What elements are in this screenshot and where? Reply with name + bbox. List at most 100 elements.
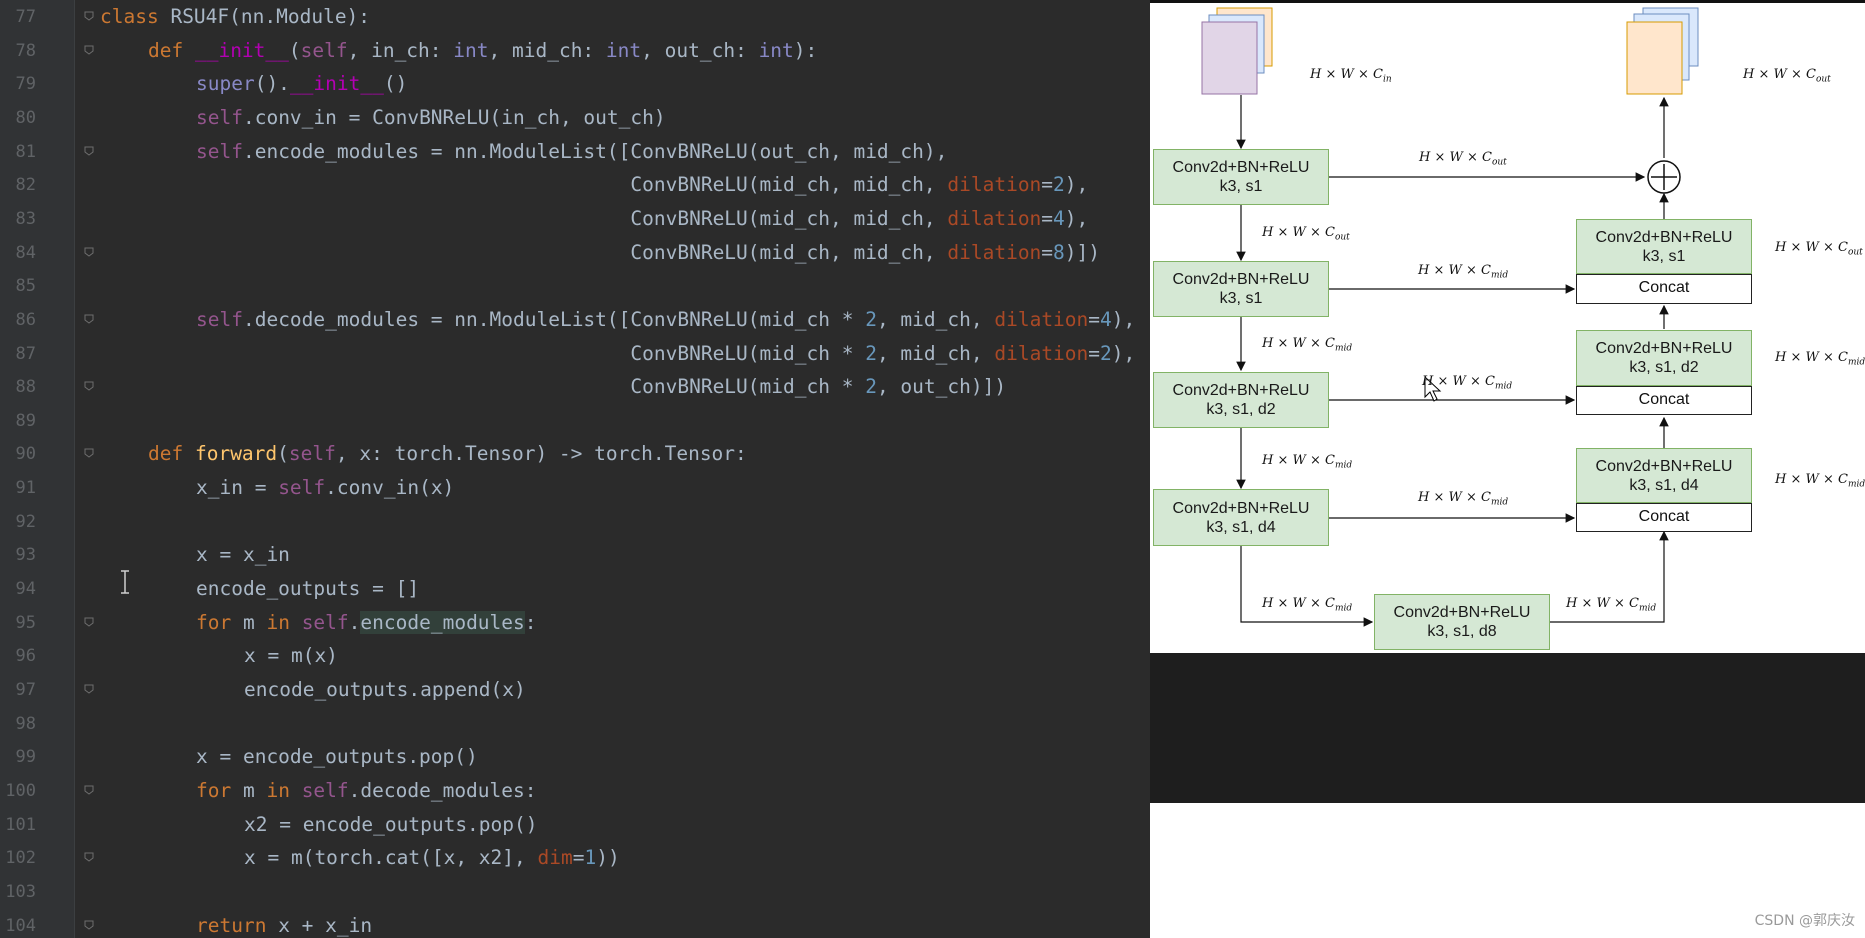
line-number: 89 — [15, 410, 36, 431]
code-line[interactable]: 80 self.conv_in = ConvBNReLU(in_ch, out_c… — [0, 101, 1150, 135]
code-line[interactable]: 92 — [0, 505, 1150, 539]
block-label: Conv2d+BN+ReLU — [1393, 604, 1531, 621]
code-line[interactable]: 83 ConvBNReLU(mid_ch, mid_ch, dilation=4… — [0, 202, 1150, 236]
line-number: 86 — [15, 309, 36, 330]
code-line[interactable]: 94 encode_outputs = [] — [0, 572, 1150, 606]
code-line[interactable]: 90 def forward(self, x: torch.Tensor) -> … — [0, 437, 1150, 471]
code-text: ConvBNReLU(mid_ch * 2, out_ch)]) — [630, 375, 1007, 399]
code-text: self.decode_modules = nn.ModuleList([Con… — [196, 307, 1136, 331]
code-line[interactable]: 100 for m in self.decode_modules: — [0, 774, 1150, 808]
line-number: 84 — [15, 242, 36, 263]
code-line[interactable]: 82 ConvBNReLU(mid_ch, mid_ch, dilation=2… — [0, 168, 1150, 202]
dim-label-skip-4: H × W × Cmid — [1418, 490, 1509, 508]
code-text: super().__init__() — [196, 72, 408, 96]
code-text: for m in self.decode_modules: — [196, 778, 537, 802]
code-line[interactable]: 95 for m in self.encode_modules: — [0, 606, 1150, 640]
code-line[interactable]: 84 ConvBNReLU(mid_ch, mid_ch, dilation=8… — [0, 236, 1150, 270]
code-line[interactable]: 86 self.decode_modules = nn.ModuleList([C… — [0, 303, 1150, 337]
dark-empty-panel — [1150, 653, 1865, 803]
code-text: x = m(x) — [244, 644, 338, 668]
line-number: 94 — [15, 579, 36, 600]
code-line[interactable]: 89 — [0, 404, 1150, 438]
code-text: ConvBNReLU(mid_ch, mid_ch, dilation=2), — [630, 173, 1089, 197]
code-text: x = x_in — [196, 543, 290, 567]
dim-label-output: H × W × Cout — [1743, 67, 1831, 85]
code-line[interactable]: 85 — [0, 269, 1150, 303]
fold-marker-icon[interactable] — [83, 145, 95, 157]
line-number: 79 — [15, 74, 36, 95]
code-text: self.conv_in = ConvBNReLU(in_ch, out_ch) — [196, 105, 666, 129]
code-line[interactable]: 91 x_in = self.conv_in(x) — [0, 471, 1150, 505]
fold-marker-icon[interactable] — [83, 683, 95, 695]
code-line[interactable]: 97 encode_outputs.append(x) — [0, 673, 1150, 707]
dim-label-input: H × W × Cin — [1310, 67, 1392, 85]
text-cursor-icon — [121, 570, 129, 594]
code-text: x2 = encode_outputs.pop() — [244, 812, 538, 836]
code-line[interactable]: 101 x2 = encode_outputs.pop() — [0, 808, 1150, 842]
decoder-block-3: Conv2d+BN+ReLU k3, s1, d4 — [1576, 448, 1752, 503]
block-label: Conv2d+BN+ReLU — [1595, 228, 1733, 246]
line-number: 93 — [15, 545, 36, 566]
fold-marker-icon[interactable] — [83, 44, 95, 56]
fold-marker-icon[interactable] — [83, 246, 95, 258]
dim-label-skip-3: H × W × Cmid — [1422, 374, 1513, 392]
rsu4f-architecture-diagram: Conv2d+BN+ReLU k3, s1 Conv2d+BN+ReLU k3,… — [1150, 0, 1865, 653]
code-line[interactable]: 79 super().__init__() — [0, 67, 1150, 101]
line-number: 101 — [5, 814, 36, 835]
code-line[interactable]: 88 ConvBNReLU(mid_ch * 2, out_ch)]) — [0, 370, 1150, 404]
code-line[interactable]: 93 x = x_in — [0, 538, 1150, 572]
concat-block-3: Concat — [1576, 503, 1752, 532]
add-node-icon — [1647, 160, 1681, 194]
code-text: encode_outputs.append(x) — [244, 678, 526, 701]
dim-label-skip-2: H × W × Cmid — [1418, 263, 1509, 281]
code-text: x = m(torch.cat([x, x2], dim=1)) — [244, 846, 620, 870]
code-text: ConvBNReLU(mid_ch * 2, mid_ch, dilation=… — [630, 341, 1136, 365]
dim-label-skip-1: H × W × Cout — [1419, 150, 1507, 168]
fold-marker-icon[interactable] — [83, 447, 95, 459]
code-text: ConvBNReLU(mid_ch, mid_ch, dilation=4), — [630, 206, 1089, 230]
block-params: k3, s1, d4 — [1629, 476, 1699, 494]
block-params: k3, s1, d4 — [1206, 518, 1276, 536]
fold-marker-icon[interactable] — [83, 919, 95, 931]
fold-marker-icon[interactable] — [83, 380, 95, 392]
diagram-connections — [1201, 7, 1699, 627]
line-number: 102 — [5, 848, 36, 869]
decoder-block-1: Conv2d+BN+ReLU k3, s1 — [1576, 219, 1752, 274]
line-number: 81 — [15, 141, 36, 162]
code-text: for m in self.encode_modules: — [196, 610, 537, 634]
code-line[interactable]: 81 self.encode_modules = nn.ModuleList([C… — [0, 135, 1150, 169]
concat-block-1: Concat — [1576, 274, 1752, 304]
fold-marker-icon[interactable] — [83, 616, 95, 628]
code-line[interactable]: 104 return x + x_in — [0, 909, 1150, 938]
line-number: 104 — [5, 915, 36, 936]
code-text: x = encode_outputs.pop() — [196, 745, 478, 769]
block-label: Conv2d+BN+ReLU — [1172, 159, 1310, 176]
line-number: 95 — [15, 612, 36, 633]
code-line[interactable]: 98 — [0, 707, 1150, 741]
fold-marker-icon[interactable] — [83, 313, 95, 325]
line-number: 99 — [15, 747, 36, 768]
code-text: ConvBNReLU(mid_ch, mid_ch, dilation=8)]) — [630, 240, 1101, 264]
code-text: encode_outputs = [] — [196, 577, 420, 601]
code-line[interactable]: 102 x = m(torch.cat([x, x2], dim=1)) — [0, 841, 1150, 875]
block-label: Conv2d+BN+ReLU — [1172, 271, 1310, 288]
code-line[interactable]: 78 def __init__(self, in_ch: int, mid_ch:… — [0, 34, 1150, 68]
dim-label-dec-2: H × W × Cmid — [1775, 350, 1865, 368]
line-number: 82 — [15, 175, 36, 196]
code-line[interactable]: 96 x = m(x) — [0, 639, 1150, 673]
line-number: 90 — [15, 444, 36, 465]
fold-marker-icon[interactable] — [83, 851, 95, 863]
code-editor[interactable]: 77 class RSU4F(nn.Module): 78 def __init__(… — [0, 0, 1150, 938]
fold-marker-icon[interactable] — [83, 784, 95, 796]
line-number: 83 — [15, 208, 36, 229]
code-line[interactable]: 77 class RSU4F(nn.Module): — [0, 0, 1150, 34]
line-number: 97 — [15, 680, 36, 700]
fold-marker-icon[interactable] — [83, 10, 95, 22]
code-line[interactable]: 99 x = encode_outputs.pop() — [0, 740, 1150, 774]
code-line[interactable]: 103 — [0, 875, 1150, 909]
block-params: k3, s1, d8 — [1427, 623, 1497, 640]
line-number: 80 — [15, 107, 36, 128]
block-label: Conv2d+BN+ReLU — [1595, 457, 1733, 475]
code-line[interactable]: 87 ConvBNReLU(mid_ch * 2, mid_ch, dilati… — [0, 337, 1150, 371]
dim-label-enc-3: H × W × Cmid — [1262, 453, 1353, 471]
